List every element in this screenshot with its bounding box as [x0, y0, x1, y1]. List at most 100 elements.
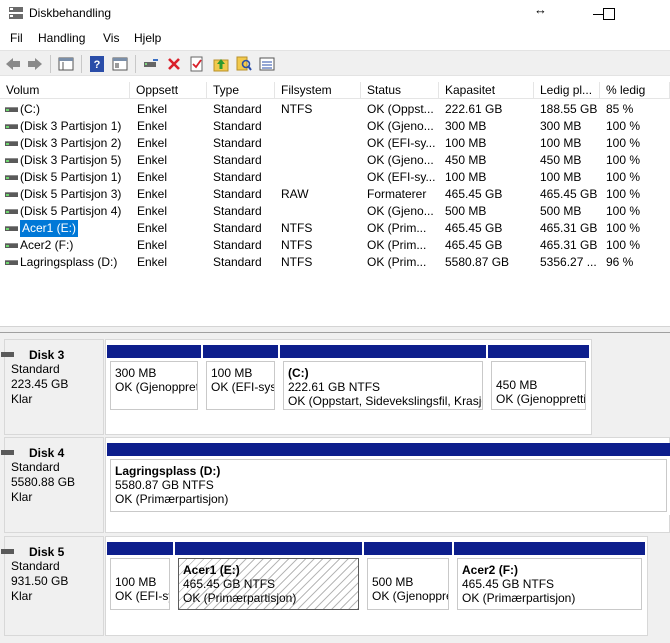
- volume-cell: NTFS: [281, 255, 313, 269]
- volume-cell: Enkel: [137, 187, 168, 201]
- column-header-filsystem[interactable]: Filsystem: [275, 82, 361, 99]
- volume-row[interactable]: Lagringsplass (D:) Enkel Standard NTFS OK (P…: [0, 254, 670, 271]
- volume-cell: 100 MB: [445, 136, 487, 150]
- disk-3-label[interactable]: Disk 3 Standard 223.45 GB Klar: [1, 339, 104, 435]
- volume-cell: [281, 169, 365, 186]
- volume-icon: [5, 107, 18, 112]
- partition-e-drive[interactable]: Acer1 (E:) 465.45 GB NTFS OK (Primærpartis…: [175, 542, 362, 613]
- volume-cell: Standard: [213, 238, 262, 252]
- column-header-volum[interactable]: Volum: [0, 82, 130, 99]
- volume-cell: NTFS: [281, 238, 313, 252]
- column-header-type[interactable]: Type: [207, 82, 275, 99]
- volume-name-cell: Acer2 (F:): [0, 237, 130, 254]
- volume-name-cell: (C:): [0, 101, 130, 118]
- column-header-ledig-plass[interactable]: Ledig pl...: [534, 82, 600, 99]
- volume-row[interactable]: Acer1 (E:) Enkel Standard NTFS OK (Prim... 46…: [0, 220, 670, 237]
- check-icon[interactable]: [188, 55, 206, 73]
- connect-icon[interactable]: [142, 55, 160, 73]
- volume-cell: 100 MB: [540, 136, 582, 150]
- volume-list: Volum Oppsett Type Filsystem Status Kapa…: [0, 82, 670, 326]
- disk-4-label[interactable]: Disk 4 Standard 5580.88 GB Klar: [1, 437, 104, 533]
- volume-row[interactable]: (Disk 5 Partisjon 3) Enkel Standard RAW Form…: [0, 186, 670, 203]
- disk-5-label[interactable]: Disk 5 Standard 931.50 GB Klar: [1, 536, 104, 636]
- volume-row[interactable]: Acer2 (F:) Enkel Standard NTFS OK (Prim... 46…: [0, 237, 670, 254]
- partition-disk5-1[interactable]: 100 MBOK (EFI-systempartisjon): [107, 542, 173, 613]
- volume-row[interactable]: (Disk 3 Partisjon 1) Enkel Standard OK (Gje…: [0, 118, 670, 135]
- volume-cell: 100 MB: [445, 170, 487, 184]
- volume-cell: OK (Gjeno...: [367, 119, 434, 133]
- console-icon[interactable]: [111, 55, 129, 73]
- volume-cell: 465.31 GB: [540, 238, 598, 252]
- volume-cell: Enkel: [137, 102, 168, 116]
- menu-fil[interactable]: Fil: [10, 31, 23, 45]
- volume-cell: 500 MB: [445, 204, 487, 218]
- volume-name: (Disk 5 Partisjon 4): [20, 204, 122, 218]
- volume-cell: 100 %: [606, 187, 641, 201]
- properties-pane-icon[interactable]: [57, 55, 75, 73]
- volume-row[interactable]: (Disk 5 Partisjon 1) Enkel Standard OK (EFI…: [0, 169, 670, 186]
- volume-name: (Disk 5 Partisjon 3): [20, 187, 122, 201]
- volume-cell: Enkel: [137, 221, 168, 235]
- menu-handling[interactable]: Handling: [38, 31, 85, 45]
- partition-c-drive[interactable]: (C:) 222.61 GB NTFS OK (Oppstart, Sideveks…: [280, 345, 486, 413]
- volume-name: Acer1 (E:): [20, 220, 79, 237]
- volume-cell: OK (EFI-sy...: [367, 170, 436, 184]
- volume-cell: Enkel: [137, 119, 168, 133]
- volume-cell: Standard: [213, 255, 262, 269]
- delete-icon[interactable]: [165, 55, 183, 73]
- list-view-icon[interactable]: [258, 55, 276, 73]
- forward-icon[interactable]: [26, 55, 44, 73]
- volume-cell: Standard: [213, 204, 262, 218]
- disk-graphical-view: Disk 3 Standard 223.45 GB Klar 300 MB OK …: [0, 333, 670, 643]
- disk-icon: [1, 450, 14, 455]
- volume-cell: [281, 152, 365, 169]
- volume-name-cell: (Disk 3 Partisjon 1): [0, 118, 130, 135]
- search-icon[interactable]: [235, 55, 253, 73]
- volume-cell: OK (Oppst...: [367, 102, 434, 116]
- volume-cell: 96 %: [606, 255, 634, 269]
- maximize-button[interactable]: [596, 4, 626, 24]
- volume-cell: 100 %: [606, 153, 641, 167]
- column-header-kapasitet[interactable]: Kapasitet: [439, 82, 534, 99]
- partition-disk3-2[interactable]: 100 MBOK (EFI-systempartisjon): [203, 345, 278, 413]
- partition-f-drive[interactable]: Acer2 (F:) 465.45 GB NTFS OK (Primærpartis…: [454, 542, 645, 613]
- title-bar: Diskbehandling ↔: [0, 0, 670, 28]
- volume-cell: Enkel: [137, 136, 168, 150]
- volume-name: (Disk 3 Partisjon 5): [20, 153, 122, 167]
- partition-disk3-1[interactable]: 300 MBOK (Gjenopprettingspartisjon): [107, 345, 201, 413]
- volume-cell: 300 MB: [445, 119, 487, 133]
- partition-disk3-5[interactable]: 450 MBOK (Gjenopprettingspartisjon): [488, 345, 589, 413]
- volume-row[interactable]: (C:) Enkel Standard NTFS OK (Oppst... 222.61 …: [0, 101, 670, 118]
- volume-name-cell: (Disk 5 Partisjon 4): [0, 203, 130, 220]
- volume-row[interactable]: (Disk 3 Partisjon 2) Enkel Standard OK (EFI…: [0, 135, 670, 152]
- back-icon[interactable]: [4, 55, 22, 73]
- partition-d-drive[interactable]: Lagringsplass (D:) 5580.87 GB NTFS OK (Pri…: [107, 443, 670, 515]
- pane-splitter[interactable]: [0, 326, 670, 333]
- volume-name: Acer2 (F:): [20, 238, 74, 252]
- help-icon[interactable]: ?: [88, 55, 106, 73]
- volume-row[interactable]: (Disk 3 Partisjon 5) Enkel Standard OK (Gje…: [0, 152, 670, 169]
- column-header-status[interactable]: Status: [361, 82, 439, 99]
- volume-cell: Standard: [213, 102, 262, 116]
- menu-hjelp[interactable]: Hjelp: [134, 31, 161, 45]
- column-header-oppsett[interactable]: Oppsett: [130, 82, 207, 99]
- volume-icon: [5, 243, 18, 248]
- toolbar: ?: [0, 50, 670, 76]
- volume-cell: 100 %: [606, 221, 641, 235]
- partition-disk5-4[interactable]: 500 MBOK (Gjenopprettingspartisjon): [364, 542, 452, 613]
- volume-cell: OK (Prim...: [367, 238, 427, 252]
- volume-cell: Standard: [213, 153, 262, 167]
- volume-cell: Standard: [213, 119, 262, 133]
- volume-cell: 5580.87 GB: [445, 255, 510, 269]
- volume-cell: 465.45 GB: [445, 238, 503, 252]
- disk-icon: [1, 549, 14, 554]
- svg-text:?: ?: [94, 59, 101, 71]
- volume-icon: [5, 260, 18, 265]
- column-header-prosent-ledig[interactable]: % ledig: [600, 82, 670, 99]
- folder-up-icon[interactable]: [212, 55, 230, 73]
- menu-vis[interactable]: Vis: [103, 31, 119, 45]
- volume-cell: Enkel: [137, 255, 168, 269]
- volume-row[interactable]: (Disk 5 Partisjon 4) Enkel Standard OK (Gje…: [0, 203, 670, 220]
- volume-cell: Standard: [213, 136, 262, 150]
- volume-cell: NTFS: [281, 102, 313, 116]
